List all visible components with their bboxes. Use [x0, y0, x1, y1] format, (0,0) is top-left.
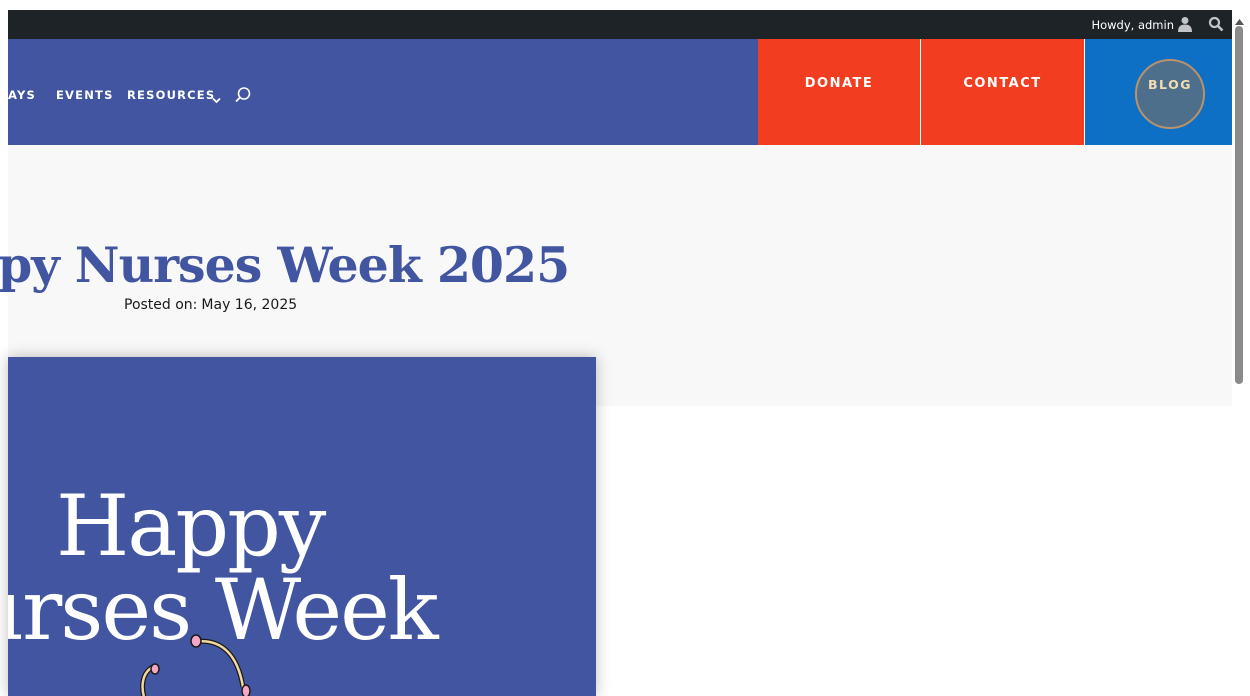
user-icon[interactable] [1178, 16, 1192, 35]
posted-label: Posted on: [124, 297, 198, 313]
main-navigation: AYS EVENTS RESOURCES [8, 39, 758, 145]
search-icon[interactable] [1208, 16, 1224, 35]
post-title: py Nurses Week 2025 [0, 236, 570, 294]
scrollbar-thumb[interactable] [1235, 26, 1243, 384]
posted-date: May 16, 2025 [201, 297, 298, 313]
blog-button[interactable]: BLOG [1135, 59, 1205, 129]
chevron-down-icon[interactable] [212, 91, 221, 109]
nav-item-events[interactable]: EVENTS [56, 88, 114, 102]
post-meta: Posted on: May 16, 2025 [124, 297, 297, 313]
blog-area: BLOG [1085, 39, 1232, 145]
featured-image: Happy urses Week [8, 357, 596, 696]
donate-button[interactable]: DONATE [758, 39, 920, 145]
contact-label: CONTACT [963, 76, 1042, 91]
contact-button[interactable]: CONTACT [921, 39, 1084, 145]
howdy-greeting[interactable]: Howdy, admin [1091, 18, 1174, 32]
nav-item-resources[interactable]: RESOURCES [127, 88, 215, 102]
blog-label: BLOG [1148, 77, 1192, 92]
donate-label: DONATE [804, 76, 874, 91]
admin-bar: Howdy, admin [8, 10, 1232, 39]
stethoscope-icon [140, 634, 251, 696]
nav-item-ays[interactable]: AYS [8, 88, 36, 102]
search-icon[interactable] [234, 86, 252, 109]
